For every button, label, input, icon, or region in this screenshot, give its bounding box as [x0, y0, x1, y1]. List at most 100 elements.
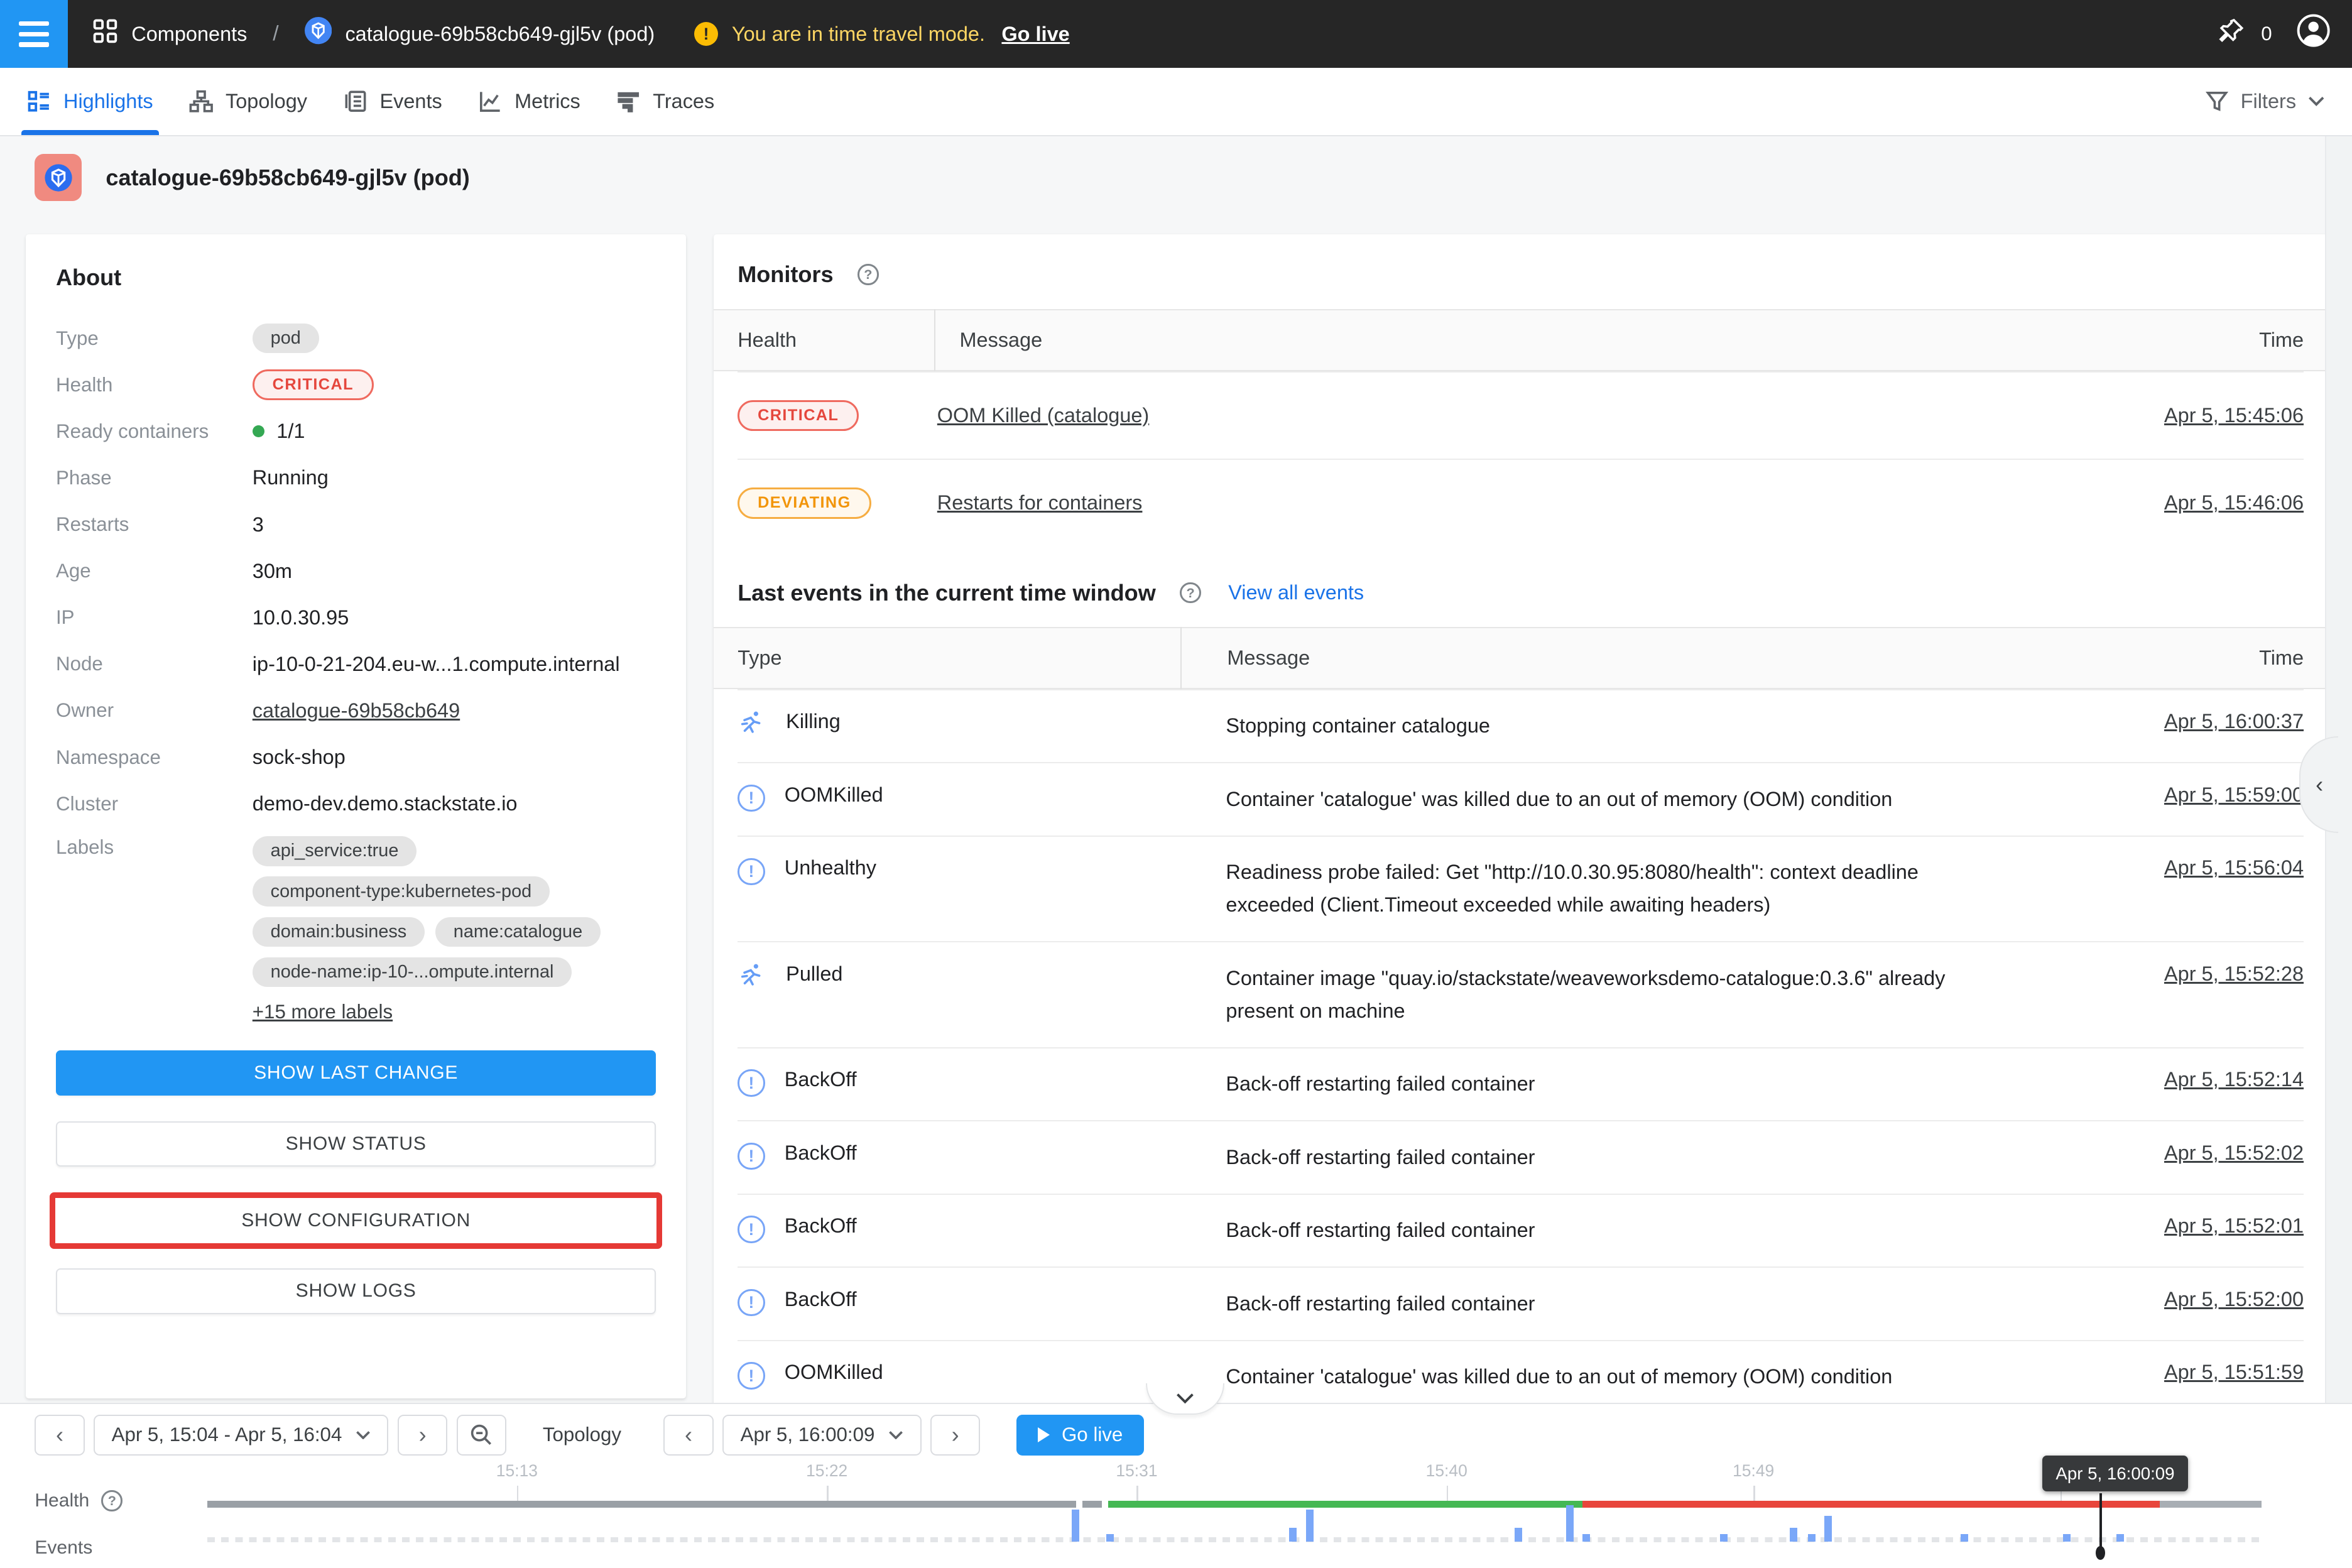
monitor-status-badge: CRITICAL	[738, 400, 859, 431]
pin-icon[interactable]	[2217, 16, 2246, 52]
hamburger-menu-button[interactable]	[0, 0, 68, 68]
breadcrumb-section[interactable]: Components	[131, 23, 247, 46]
monitor-row[interactable]: CRITICAL OOM Killed (catalogue) Apr 5, 15:…	[738, 371, 2304, 459]
about-rows: TypepodHealthCRITICALReady containers1/1…	[56, 315, 656, 827]
ready-value: 1/1	[276, 420, 305, 443]
event-time-link[interactable]: Apr 5, 16:00:37	[2164, 710, 2304, 732]
events-help-icon[interactable]: ?	[1180, 582, 1201, 604]
filters-button[interactable]: Filters	[2206, 90, 2352, 113]
timeline-bar: ‹ Apr 5, 15:04 - Apr 5, 16:04 › Topology…	[0, 1403, 2352, 1567]
monitors-help-icon[interactable]: ?	[858, 264, 879, 285]
playhead-line[interactable]	[2099, 1493, 2101, 1552]
health-help-icon[interactable]: ?	[101, 1490, 122, 1511]
monitor-message-cell: OOM Killed (catalogue)	[934, 404, 2062, 427]
tab-highlights[interactable]: Highlights	[9, 68, 171, 134]
about-row: Typepod	[56, 315, 656, 362]
about-row-value: pod	[253, 324, 319, 353]
event-message-cell: Back-off restarting failed container	[1180, 1068, 2062, 1101]
event-time-link[interactable]: Apr 5, 15:59:00	[2164, 783, 2304, 806]
events-baseline	[207, 1537, 2263, 1542]
about-row: IP10.0.30.95	[56, 594, 656, 641]
event-bar	[1961, 1534, 1968, 1542]
event-row[interactable]: !UnhealthyReadiness probe failed: Get "h…	[738, 836, 2304, 941]
about-card: About TypepodHealthCRITICALReady contain…	[26, 234, 687, 1398]
tick-label: 15:40	[1426, 1461, 1467, 1481]
event-time-link[interactable]: Apr 5, 15:56:04	[2164, 856, 2304, 879]
event-bar	[1566, 1505, 1574, 1542]
tick-label: 15:31	[1116, 1461, 1157, 1481]
more-labels-link[interactable]: +15 more labels	[253, 1001, 393, 1023]
event-row[interactable]: !BackOffBack-off restarting failed conta…	[738, 1194, 2304, 1267]
event-type-label: Unhealthy	[785, 856, 876, 879]
event-time-link[interactable]: Apr 5, 15:52:02	[2164, 1141, 2304, 1164]
action-button-show-last-change[interactable]: SHOW LAST CHANGE	[56, 1050, 656, 1096]
event-row[interactable]: !OOMKilledContainer 'catalogue' was kill…	[738, 1340, 2304, 1406]
monitor-time-link[interactable]: Apr 5, 15:46:06	[2164, 491, 2304, 514]
event-row[interactable]: !BackOffBack-off restarting failed conta…	[738, 1120, 2304, 1194]
breadcrumb-entity[interactable]: catalogue-69b58cb649-gjl5v (pod)	[345, 23, 655, 46]
event-type-label: BackOff	[785, 1068, 857, 1091]
event-message-cell: Container image "quay.io/stackstate/weav…	[1180, 962, 2062, 1028]
event-row[interactable]: KillingStopping container catalogueApr 5…	[738, 689, 2304, 763]
event-type-cell: !BackOff	[738, 1214, 1180, 1243]
event-bar	[1790, 1528, 1797, 1542]
playhead-dot[interactable]	[2096, 1546, 2104, 1560]
event-row[interactable]: PulledContainer image "quay.io/stackstat…	[738, 941, 2304, 1047]
tab-label: Topology	[226, 90, 307, 113]
event-row[interactable]: !BackOffBack-off restarting failed conta…	[738, 1266, 2304, 1340]
monitor-health-cell: DEVIATING	[738, 487, 934, 518]
user-avatar[interactable]	[2296, 13, 2331, 54]
action-button-show-status[interactable]: SHOW STATUS	[56, 1121, 656, 1167]
event-time-link[interactable]: Apr 5, 15:51:59	[2164, 1361, 2304, 1383]
monitor-time-link[interactable]: Apr 5, 15:45:06	[2164, 404, 2304, 427]
label-pill: domain:business	[253, 917, 425, 947]
runner-icon	[738, 710, 766, 739]
pod-entity-icon	[35, 154, 82, 201]
tab-metrics[interactable]: Metrics	[460, 68, 599, 134]
event-type-cell: !BackOff	[738, 1288, 1180, 1317]
event-time-cell: Apr 5, 15:52:00	[2062, 1288, 2304, 1311]
timeline-chart[interactable]: 15:1315:2215:3115:4015:49 Apr 5, 16:00:0…	[207, 1404, 2268, 1567]
range-prev-button[interactable]: ‹	[35, 1415, 84, 1456]
about-row: Ownercatalogue-69b58cb649	[56, 687, 656, 734]
event-message-cell: Stopping container catalogue	[1180, 710, 2062, 743]
tab-events[interactable]: Events	[325, 68, 460, 134]
about-row: Clusterdemo-dev.demo.stackstate.io	[56, 781, 656, 827]
metrics-icon	[478, 89, 502, 113]
event-message-cell: Back-off restarting failed container	[1180, 1214, 2062, 1247]
alert-circle-icon: !	[738, 1216, 765, 1243]
events-table-header: Type Message Time	[714, 627, 2328, 689]
event-message-cell: Back-off restarting failed container	[1180, 1141, 2062, 1174]
event-time-link[interactable]: Apr 5, 15:52:00	[2164, 1288, 2304, 1310]
page-title: catalogue-69b58cb649-gjl5v (pod)	[106, 165, 469, 191]
event-time-link[interactable]: Apr 5, 15:52:14	[2164, 1068, 2304, 1091]
event-message-cell: Container 'catalogue' was killed due to …	[1180, 783, 2062, 816]
tab-topology[interactable]: Topology	[171, 68, 325, 134]
about-buttons: SHOW LAST CHANGE SHOW STATUS SHOW CONFIGUR…	[56, 1050, 656, 1314]
event-type-cell: Pulled	[738, 962, 1180, 991]
view-all-events-link[interactable]: View all events	[1228, 581, 1364, 604]
time-travel-text: You are in time travel mode.	[732, 23, 985, 46]
event-time-link[interactable]: Apr 5, 15:52:28	[2164, 962, 2304, 985]
go-live-link[interactable]: Go live	[1001, 23, 1069, 46]
about-row-label: Namespace	[56, 746, 253, 769]
monitor-message-link[interactable]: Restarts for containers	[937, 491, 1143, 514]
monitor-row[interactable]: DEVIATING Restarts for containers Apr 5, 1…	[738, 459, 2304, 547]
funnel-icon	[2206, 90, 2228, 112]
monitor-message-link[interactable]: OOM Killed (catalogue)	[937, 404, 1149, 427]
event-row[interactable]: !OOMKilledContainer 'catalogue' was kill…	[738, 762, 2304, 836]
about-row-value: Running	[253, 466, 329, 489]
owner-link[interactable]: catalogue-69b58cb649	[253, 699, 460, 722]
monitor-time-cell: Apr 5, 15:46:06	[2062, 491, 2304, 514]
monitor-message-cell: Restarts for containers	[934, 491, 2062, 514]
about-row-value: CRITICAL	[253, 369, 374, 400]
event-row[interactable]: ! BackOff Back-off restarting failed conta…	[738, 1047, 2304, 1121]
event-time-link[interactable]: Apr 5, 15:52:01	[2164, 1214, 2304, 1237]
tab-traces[interactable]: Traces	[599, 68, 732, 134]
action-button-show-configuration[interactable]: SHOW CONFIGURATION	[55, 1198, 656, 1243]
alert-circle-icon: !	[738, 1069, 765, 1096]
topology-icon	[189, 89, 213, 113]
action-button-show-logs[interactable]: SHOW LOGS	[56, 1268, 656, 1314]
monitor-status-badge: DEVIATING	[738, 487, 871, 518]
event-time-cell: Apr 5, 16:00:37	[2062, 710, 2304, 733]
